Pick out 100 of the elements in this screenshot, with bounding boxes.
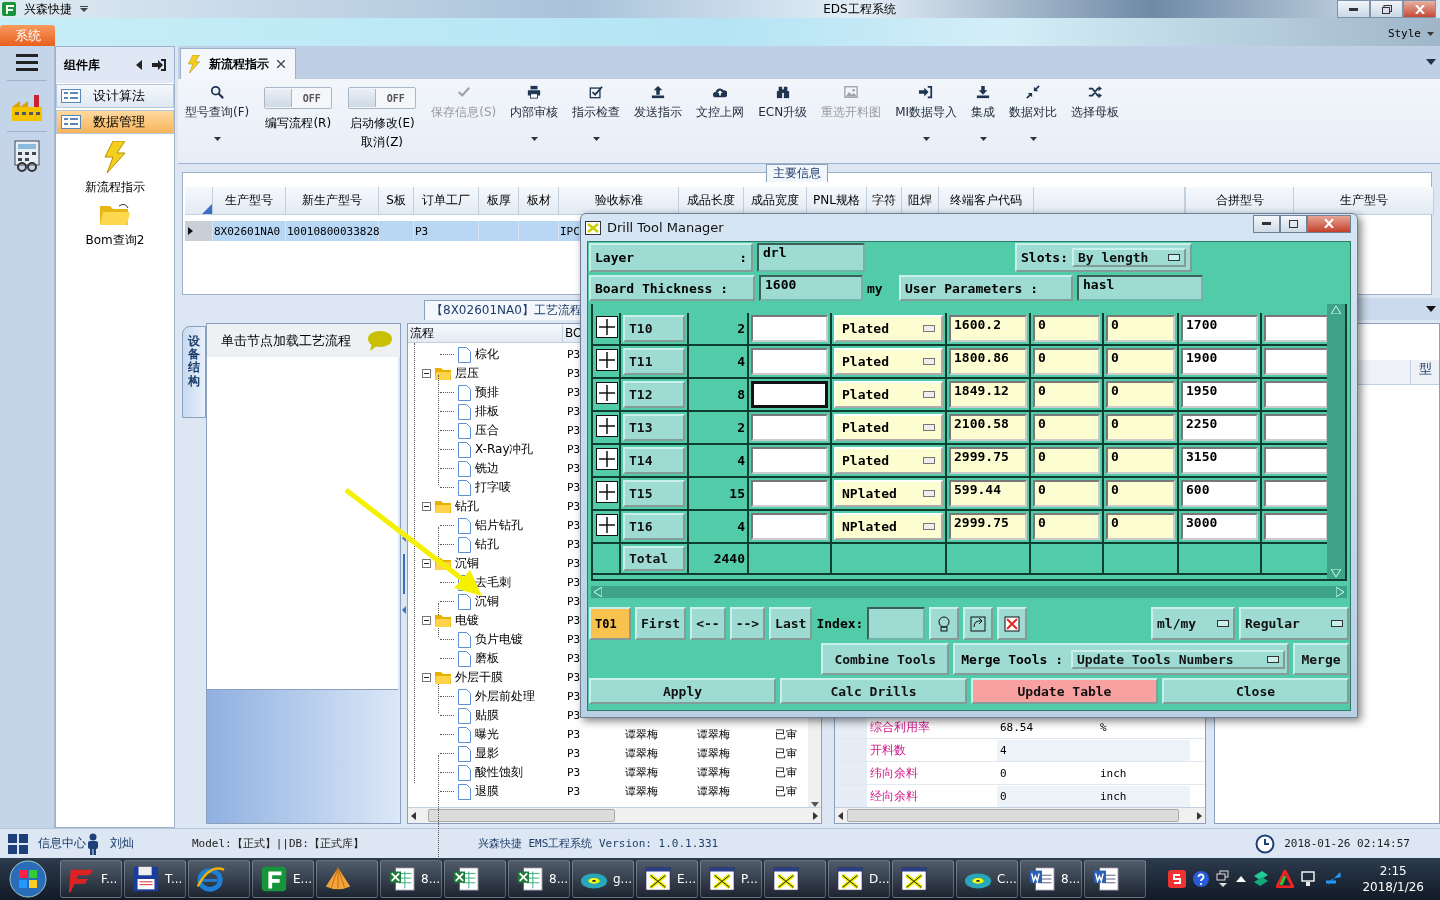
app-tray-icon[interactable] bbox=[1168, 870, 1187, 888]
input-field[interactable]: 0 bbox=[1033, 447, 1100, 474]
taskbar-button[interactable]: P... bbox=[700, 860, 762, 898]
refresh-button[interactable] bbox=[963, 607, 994, 640]
scroll-left-icon[interactable] bbox=[838, 811, 843, 820]
close-button[interactable] bbox=[1307, 214, 1351, 233]
nav-button[interactable]: <-- bbox=[690, 607, 726, 640]
input-field[interactable]: 0 bbox=[1106, 315, 1175, 342]
type-dropdown[interactable]: Plated bbox=[834, 447, 943, 474]
collapse-icon[interactable] bbox=[422, 502, 431, 511]
input-field[interactable]: 1849.12 bbox=[949, 381, 1027, 408]
input-field[interactable]: 1950 bbox=[1181, 381, 1258, 408]
start-button[interactable] bbox=[8, 859, 48, 899]
type-dropdown[interactable]: NPlated bbox=[834, 513, 943, 540]
input-field[interactable]: 1700 bbox=[1181, 315, 1258, 342]
nav-item[interactable]: 数据管理 bbox=[56, 110, 174, 134]
minimize-button[interactable] bbox=[1337, 0, 1370, 18]
grid-icon[interactable] bbox=[8, 833, 28, 854]
scroll-right-icon[interactable] bbox=[1197, 811, 1202, 820]
input-field[interactable]: 600 bbox=[1181, 480, 1258, 507]
taskbar-button[interactable]: E... bbox=[252, 860, 314, 898]
taskbar-button[interactable]: D... bbox=[828, 860, 890, 898]
add-tool-icon[interactable] bbox=[596, 448, 618, 470]
column-header[interactable]: 板厚 bbox=[479, 187, 519, 215]
scroll-left-icon[interactable] bbox=[411, 811, 416, 820]
taskbar-button[interactable]: E... bbox=[636, 860, 698, 898]
tool-name[interactable]: T14 bbox=[623, 447, 685, 474]
combine-tools-button[interactable]: Combine Tools bbox=[821, 643, 950, 675]
menu-icon[interactable] bbox=[16, 54, 38, 72]
column-header[interactable]: 板材 bbox=[519, 187, 559, 215]
action-button[interactable]: Update Table bbox=[971, 678, 1158, 704]
action-button[interactable]: Calc Drills bbox=[780, 678, 967, 704]
tree-item[interactable]: 磨板 bbox=[475, 650, 499, 667]
maximize-button[interactable] bbox=[1280, 214, 1307, 233]
dropdown-icon[interactable] bbox=[80, 6, 88, 12]
input-field[interactable]: 2999.75 bbox=[949, 513, 1027, 540]
taskbar-button[interactable]: 8... bbox=[508, 860, 570, 898]
input-field[interactable]: 599.44 bbox=[949, 480, 1027, 507]
calculator-icon[interactable] bbox=[13, 140, 41, 172]
tool-name[interactable]: T16 bbox=[623, 513, 685, 540]
input-field[interactable]: 0 bbox=[1106, 447, 1175, 474]
tree-item[interactable]: 酸性蚀刻 bbox=[475, 764, 523, 781]
input-field[interactable]: 0 bbox=[1106, 348, 1175, 375]
tree-item[interactable]: 棕化 bbox=[475, 346, 499, 363]
tree-item[interactable]: 打字唛 bbox=[475, 479, 511, 496]
type-dropdown[interactable]: Plated bbox=[834, 414, 943, 441]
add-tool-icon[interactable] bbox=[596, 481, 618, 503]
collapse-icon[interactable] bbox=[422, 559, 431, 568]
input-field[interactable]: 1800.86 bbox=[949, 348, 1027, 375]
dropdown-icon[interactable] bbox=[1426, 59, 1436, 65]
status-link[interactable]: 信息中心 bbox=[38, 835, 86, 852]
tree-item[interactable]: 退膜 bbox=[475, 783, 499, 800]
style-menu[interactable]: Style bbox=[1387, 27, 1440, 46]
tree-item[interactable]: 外层前处理 bbox=[475, 688, 535, 705]
toolbar-button[interactable]: 内部审核 bbox=[509, 83, 560, 143]
tree-item[interactable]: 预排 bbox=[475, 384, 499, 401]
taskbar-clock[interactable]: 2:15 2018/1/26 bbox=[1362, 863, 1424, 895]
taskbar-button[interactable]: F... bbox=[60, 860, 122, 898]
tree-item[interactable]: 负片电镀 bbox=[475, 631, 523, 648]
taskbar-button[interactable]: g... bbox=[572, 860, 634, 898]
add-tool-icon[interactable] bbox=[596, 415, 618, 437]
scrollbar[interactable] bbox=[591, 586, 1347, 598]
toggle-switch[interactable]: OFF bbox=[348, 87, 417, 109]
column-header[interactable]: 流程 bbox=[408, 324, 563, 342]
scrollbar[interactable] bbox=[1327, 304, 1345, 579]
taskbar-button[interactable] bbox=[892, 860, 954, 898]
column-header[interactable]: 阻焊 bbox=[902, 187, 939, 215]
action-button[interactable]: Close bbox=[1162, 678, 1349, 704]
taskbar-button[interactable]: T... bbox=[124, 860, 186, 898]
input-field[interactable]: 0 bbox=[1033, 315, 1100, 342]
toolbar-button[interactable]: 数据对比 bbox=[1008, 83, 1059, 143]
side-tab[interactable]: 设备结构 bbox=[182, 326, 206, 418]
type-dropdown[interactable]: Plated bbox=[834, 315, 943, 342]
column-header[interactable]: 验收标准 bbox=[559, 187, 679, 215]
column-header[interactable]: 生产型号 bbox=[213, 187, 286, 215]
tree-item[interactable]: 外层干膜 bbox=[455, 669, 503, 686]
tree-item[interactable]: 钻孔 bbox=[475, 536, 499, 553]
input-field[interactable]: 0 bbox=[1033, 348, 1100, 375]
nav-button[interactable]: First bbox=[635, 607, 687, 640]
add-tool-icon[interactable] bbox=[596, 382, 618, 404]
show-hidden-icon[interactable] bbox=[1236, 876, 1247, 882]
close-button[interactable] bbox=[1403, 0, 1436, 18]
tool-name[interactable]: T15 bbox=[623, 480, 685, 507]
column-header[interactable]: 新生产型号 bbox=[286, 187, 379, 215]
input-field[interactable]: 3000 bbox=[1181, 513, 1258, 540]
taskbar-button[interactable] bbox=[444, 860, 506, 898]
column-header[interactable]: 字符 bbox=[867, 187, 902, 215]
tree-item[interactable]: 钻孔 bbox=[455, 498, 479, 515]
tree-item[interactable]: 电镀 bbox=[455, 612, 479, 629]
tree-item[interactable]: 曝光 bbox=[475, 726, 499, 743]
input-field[interactable]: hasl bbox=[1077, 275, 1203, 301]
taskbar-button[interactable] bbox=[764, 860, 826, 898]
input-field[interactable]: 0 bbox=[1106, 513, 1175, 540]
nav-item[interactable]: 设计算法 bbox=[56, 84, 174, 108]
action-button[interactable]: Apply bbox=[589, 678, 776, 704]
input-field[interactable]: 2100.58 bbox=[949, 414, 1027, 441]
sign-in-icon[interactable] bbox=[152, 59, 166, 71]
dropdown-icon[interactable] bbox=[1426, 306, 1436, 312]
add-tool-icon[interactable] bbox=[596, 514, 618, 536]
input-field[interactable]: 1900 bbox=[1181, 348, 1258, 375]
